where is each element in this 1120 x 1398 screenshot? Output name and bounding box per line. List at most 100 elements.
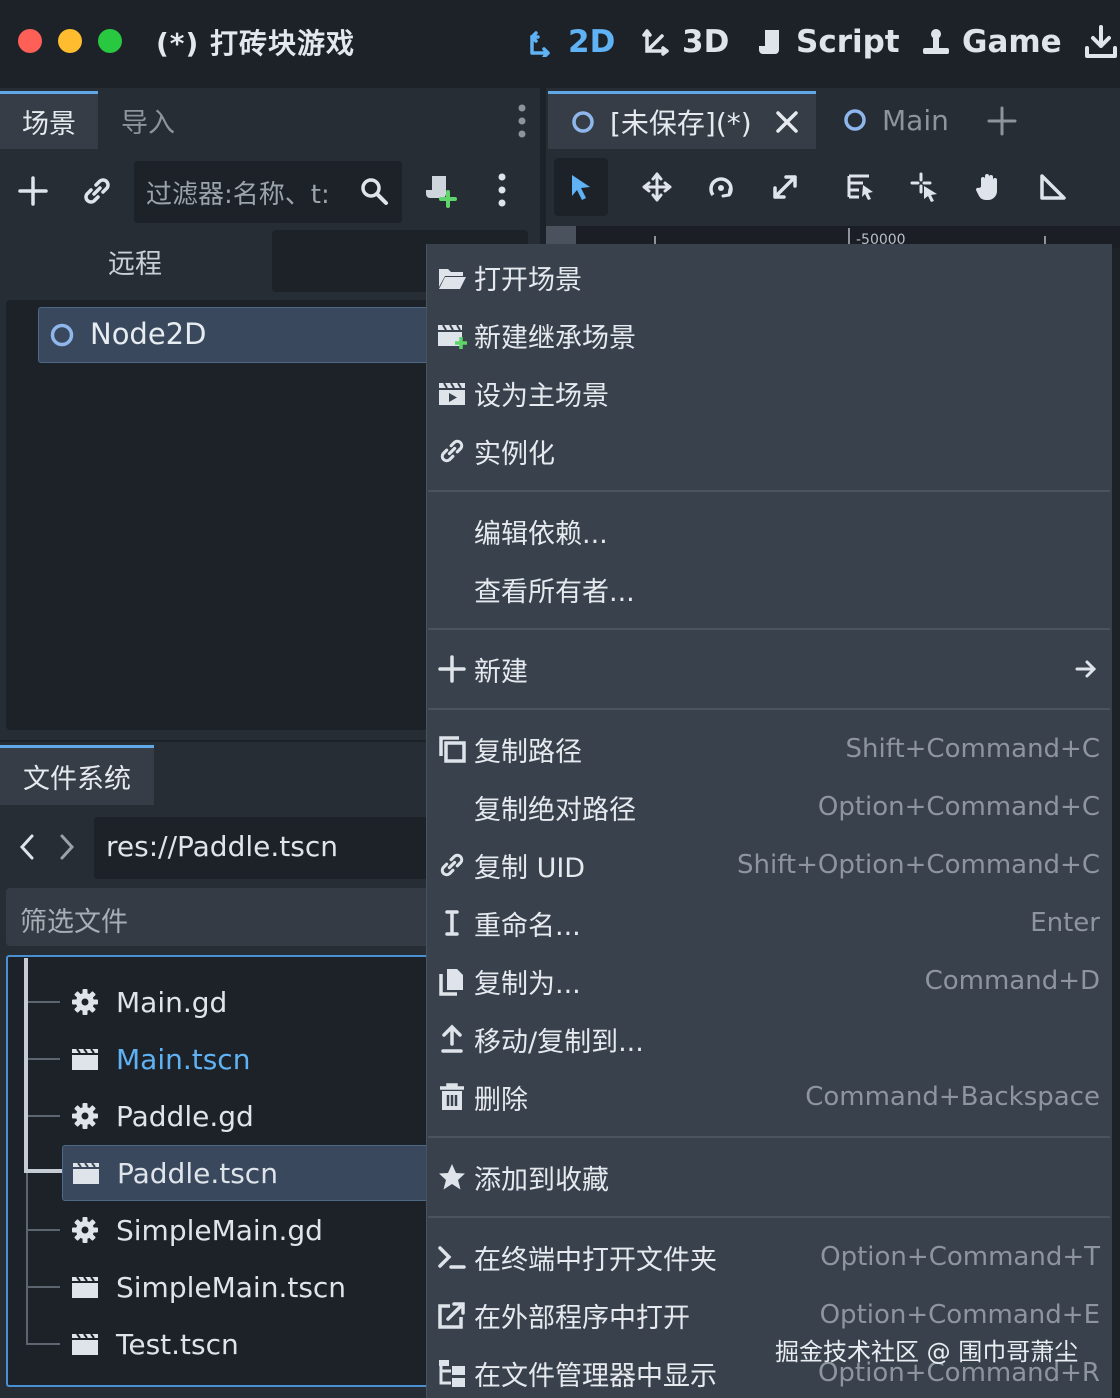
file-name: Main.tscn <box>116 1042 251 1076</box>
file-filter-placeholder: 筛选文件 <box>20 907 128 938</box>
submenu-arrow-icon <box>1074 657 1098 681</box>
menu-item-open-scene[interactable]: 打开场景 <box>426 248 1112 306</box>
menu-item-set-main-scene[interactable]: 设为主场景 <box>426 364 1112 422</box>
download-icon[interactable] <box>1084 24 1118 60</box>
file-item[interactable]: Test.tscn <box>70 1316 239 1372</box>
clapper-icon <box>430 364 474 422</box>
gear-icon <box>70 1215 100 1245</box>
list-select-tool-button[interactable] <box>834 158 888 216</box>
menu-item-label: 编辑依赖... <box>474 518 608 550</box>
menu-item-shortcut: Command+D <box>924 966 1100 996</box>
tree-guide-line <box>26 1286 60 1288</box>
dock-menu-icon[interactable] <box>510 102 534 140</box>
scene-more-icon[interactable] <box>490 170 514 210</box>
select-tool-button[interactable] <box>554 158 608 216</box>
menu-item-new[interactable]: 新建 <box>426 640 1112 698</box>
workspace-3d-button[interactable]: 3D <box>642 20 729 64</box>
workspace-game-button[interactable]: Game <box>920 20 1062 64</box>
filesystem-icon <box>430 1344 474 1398</box>
tab-scene[interactable]: 场景 <box>0 91 98 149</box>
menu-item-copy-uid[interactable]: 复制 UID Shift+Option+Command+C <box>426 836 1112 894</box>
menu-item-label: 查看所有者... <box>474 576 635 608</box>
minimize-window-button[interactable] <box>58 29 82 53</box>
menu-item-new-inherited-scene[interactable]: 新建继承场景 <box>426 306 1112 364</box>
menu-item-delete[interactable]: 删除 Command+Backspace <box>426 1068 1112 1126</box>
rotate-icon <box>705 171 737 203</box>
menu-item-label: 删除 <box>474 1084 528 1116</box>
clapper-icon <box>70 1329 100 1359</box>
remote-tab[interactable]: 远程 <box>0 230 270 292</box>
attach-script-icon[interactable] <box>422 172 458 208</box>
tree-guide-line <box>26 1229 60 1231</box>
menu-item-open-in-terminal[interactable]: 在终端中打开文件夹 Option+Command+T <box>426 1228 1112 1286</box>
menu-item-label: 新建 <box>474 656 528 688</box>
clapper-icon <box>70 1272 100 1302</box>
menu-item-label: 复制路径 <box>474 736 582 768</box>
menu-item-view-owners[interactable]: 查看所有者... <box>426 560 1112 618</box>
scene-tab-label: Main <box>882 103 949 137</box>
move-tool-button[interactable] <box>630 158 684 216</box>
rotate-tool-button[interactable] <box>694 158 748 216</box>
menu-item-rename[interactable]: 重命名... Enter <box>426 894 1112 952</box>
menu-item-label: 在终端中打开文件夹 <box>474 1244 717 1276</box>
menu-item-edit-dependencies[interactable]: 编辑依赖... <box>426 502 1112 560</box>
clapper-plus-icon <box>430 306 474 364</box>
tab-import[interactable]: 导入 <box>98 91 198 149</box>
file-item[interactable]: SimpleMain.tscn <box>70 1259 346 1315</box>
link-icon <box>430 422 474 480</box>
close-icon[interactable] <box>774 109 800 135</box>
workspace-label: 3D <box>682 24 730 60</box>
move-up-icon <box>430 1010 474 1068</box>
pivot-tool-button[interactable] <box>898 158 952 216</box>
scale-tool-button[interactable] <box>758 158 812 216</box>
menu-item-instantiate[interactable]: 实例化 <box>426 422 1112 480</box>
ruler-tool-button[interactable] <box>1026 158 1080 216</box>
add-node-icon[interactable] <box>16 174 50 208</box>
maximize-window-button[interactable] <box>98 29 122 53</box>
menu-item-duplicate[interactable]: 复制为... Command+D <box>426 952 1112 1010</box>
menu-item-label: 重命名... <box>474 910 581 942</box>
tree-guide-line-active <box>24 1169 62 1173</box>
file-item[interactable]: Main.gd <box>70 974 227 1030</box>
scene-tab[interactable]: Main <box>842 91 949 149</box>
blank-icon-slot <box>430 778 474 836</box>
menu-item-label: 在外部程序中打开 <box>474 1302 690 1334</box>
menu-item-copy-path[interactable]: 复制路径 Shift+Command+C <box>426 720 1112 778</box>
2d-icon <box>528 27 558 57</box>
file-item[interactable]: SimpleMain.gd <box>70 1202 323 1258</box>
menu-item-copy-absolute-path[interactable]: 复制绝对路径 Option+Command+C <box>426 778 1112 836</box>
forward-chevron-icon[interactable] <box>52 832 80 862</box>
hand-icon <box>973 171 1005 203</box>
workspace-2d-button[interactable]: 2D <box>528 20 615 64</box>
menu-item-shortcut: Command+Backspace <box>805 1082 1100 1112</box>
scene-tab-active[interactable]: [未保存](*) <box>548 91 816 149</box>
tree-guide-line-active <box>24 958 28 1172</box>
add-tab-icon[interactable] <box>986 105 1018 137</box>
back-chevron-icon[interactable] <box>14 832 42 862</box>
menu-item-move-copy-to[interactable]: 移动/复制到... <box>426 1010 1112 1068</box>
gear-icon <box>70 987 100 1017</box>
tree-guide-line <box>26 1001 60 1003</box>
instantiate-link-icon[interactable] <box>80 174 114 208</box>
terminal-icon <box>430 1228 474 1286</box>
menu-item-label: 移动/复制到... <box>474 1026 644 1058</box>
menu-item-add-to-favorites[interactable]: 添加到收藏 <box>426 1148 1112 1206</box>
tree-guide-line <box>26 1343 60 1345</box>
close-window-button[interactable] <box>18 29 42 53</box>
blank-icon-slot <box>430 502 474 560</box>
file-item[interactable]: Paddle.gd <box>70 1088 254 1144</box>
tab-filesystem[interactable]: 文件系统 <box>0 745 154 805</box>
menu-item-shortcut: Enter <box>1030 908 1100 938</box>
file-item[interactable]: Main.tscn <box>70 1031 250 1087</box>
menu-item-label: 添加到收藏 <box>474 1164 609 1196</box>
menu-item-shortcut: Shift+Option+Command+C <box>736 850 1100 880</box>
pan-tool-button[interactable] <box>962 158 1016 216</box>
workspace-script-button[interactable]: Script <box>756 20 900 64</box>
file-item-selected[interactable]: Paddle.tscn <box>62 1145 436 1201</box>
cursor-icon <box>567 172 595 202</box>
tree-guide-line <box>26 1058 60 1060</box>
node2d-icon <box>48 321 76 349</box>
menu-item-shortcut: Option+Command+E <box>819 1300 1100 1330</box>
tree-guide-line <box>26 1115 60 1117</box>
file-name: SimpleMain.gd <box>116 1213 323 1247</box>
